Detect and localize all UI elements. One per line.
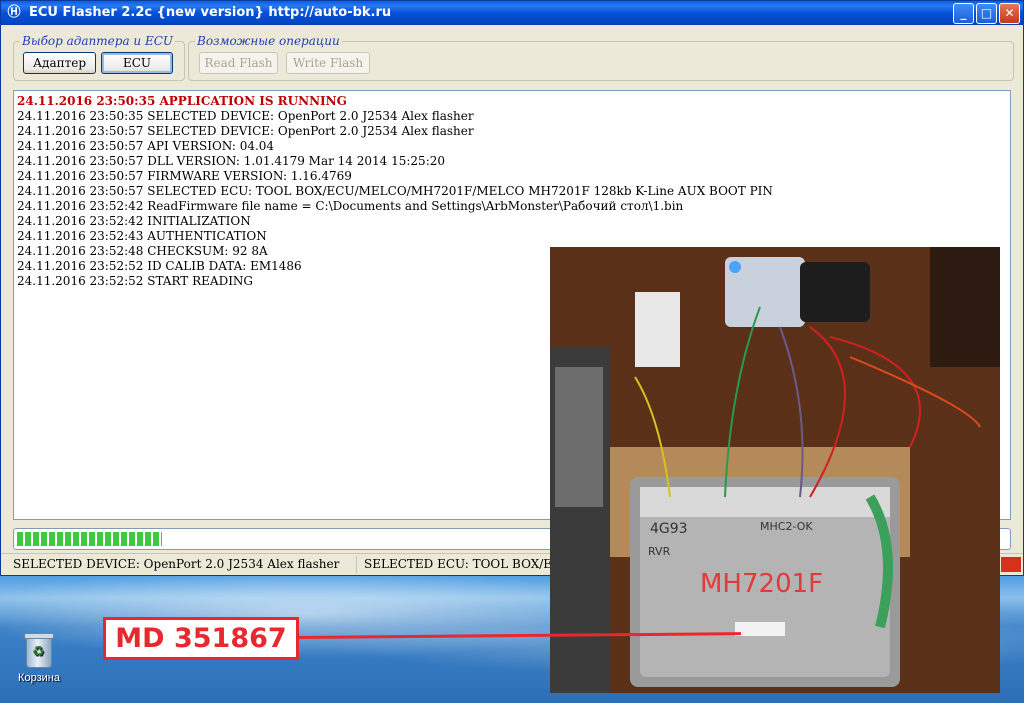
part-number-callout: MD 351867 xyxy=(103,617,299,660)
status-indicator xyxy=(1001,557,1021,572)
operations-group-legend: Возможные операции xyxy=(195,34,342,48)
log-line: 24.11.2016 23:52:43 AUTHENTICATION xyxy=(17,229,267,243)
log-line: 24.11.2016 23:50:57 FIRMWARE VERSION: 1.… xyxy=(17,169,352,183)
ecu-button[interactable]: ECU xyxy=(101,52,173,74)
ecu-code-sub: RVR xyxy=(648,545,671,558)
ecu-photo: 4G93 MHC2-OK RVR MH7201F xyxy=(550,247,1000,693)
log-line: 24.11.2016 23:50:57 DLL VERSION: 1.01.41… xyxy=(17,154,446,168)
title-bar[interactable]: Ⓗ ECU Flasher 2.2c {new version} http://… xyxy=(1,1,1023,25)
adapter-ecu-group: Выбор адаптера и ECU Адаптер ECU xyxy=(13,34,185,81)
ecu-marking: MH7201F xyxy=(700,569,823,599)
log-line: 24.11.2016 23:50:35 APPLICATION IS RUNNI… xyxy=(17,94,347,108)
write-flash-button[interactable]: Write Flash xyxy=(286,52,370,74)
log-line: 24.11.2016 23:50:57 SELECTED ECU: TOOL B… xyxy=(17,184,773,198)
log-line: 24.11.2016 23:50:35 SELECTED DEVICE: Ope… xyxy=(17,109,474,123)
log-line: 24.11.2016 23:50:57 API VERSION: 04.04 xyxy=(17,139,275,153)
log-line: 24.11.2016 23:52:42 INITIALIZATION xyxy=(17,214,251,228)
recycle-bin-label: Корзина xyxy=(18,672,60,684)
ecu-photo-illustration: 4G93 MHC2-OK RVR MH7201F xyxy=(550,247,1000,693)
ecu-code-right: MHC2-OK xyxy=(760,520,813,533)
operations-group: Возможные операции Read Flash Write Flas… xyxy=(188,34,1014,81)
log-line: 24.11.2016 23:52:42 ReadFirmware file na… xyxy=(17,199,684,213)
read-flash-button[interactable]: Read Flash xyxy=(199,52,278,74)
ecu-code-left: 4G93 xyxy=(650,521,688,537)
adapter-button[interactable]: Адаптер xyxy=(23,52,96,74)
maximize-button[interactable]: □ xyxy=(976,3,997,24)
recycle-bin-shortcut[interactable]: Корзина xyxy=(14,633,64,684)
progress-bar-fill xyxy=(17,532,162,546)
minimize-button[interactable]: _ xyxy=(953,3,974,24)
recycle-bin-icon xyxy=(24,633,54,668)
adapter-ecu-group-legend: Выбор адаптера и ECU xyxy=(20,34,176,48)
status-device: SELECTED DEVICE: OpenPort 2.0 J2534 Alex… xyxy=(13,556,357,573)
window-title: ECU Flasher 2.2c {new version} http://au… xyxy=(29,5,392,20)
log-line: 24.11.2016 23:50:57 SELECTED DEVICE: Ope… xyxy=(17,124,474,138)
close-button[interactable]: ✕ xyxy=(999,3,1020,24)
honda-logo-icon: Ⓗ xyxy=(7,5,21,20)
